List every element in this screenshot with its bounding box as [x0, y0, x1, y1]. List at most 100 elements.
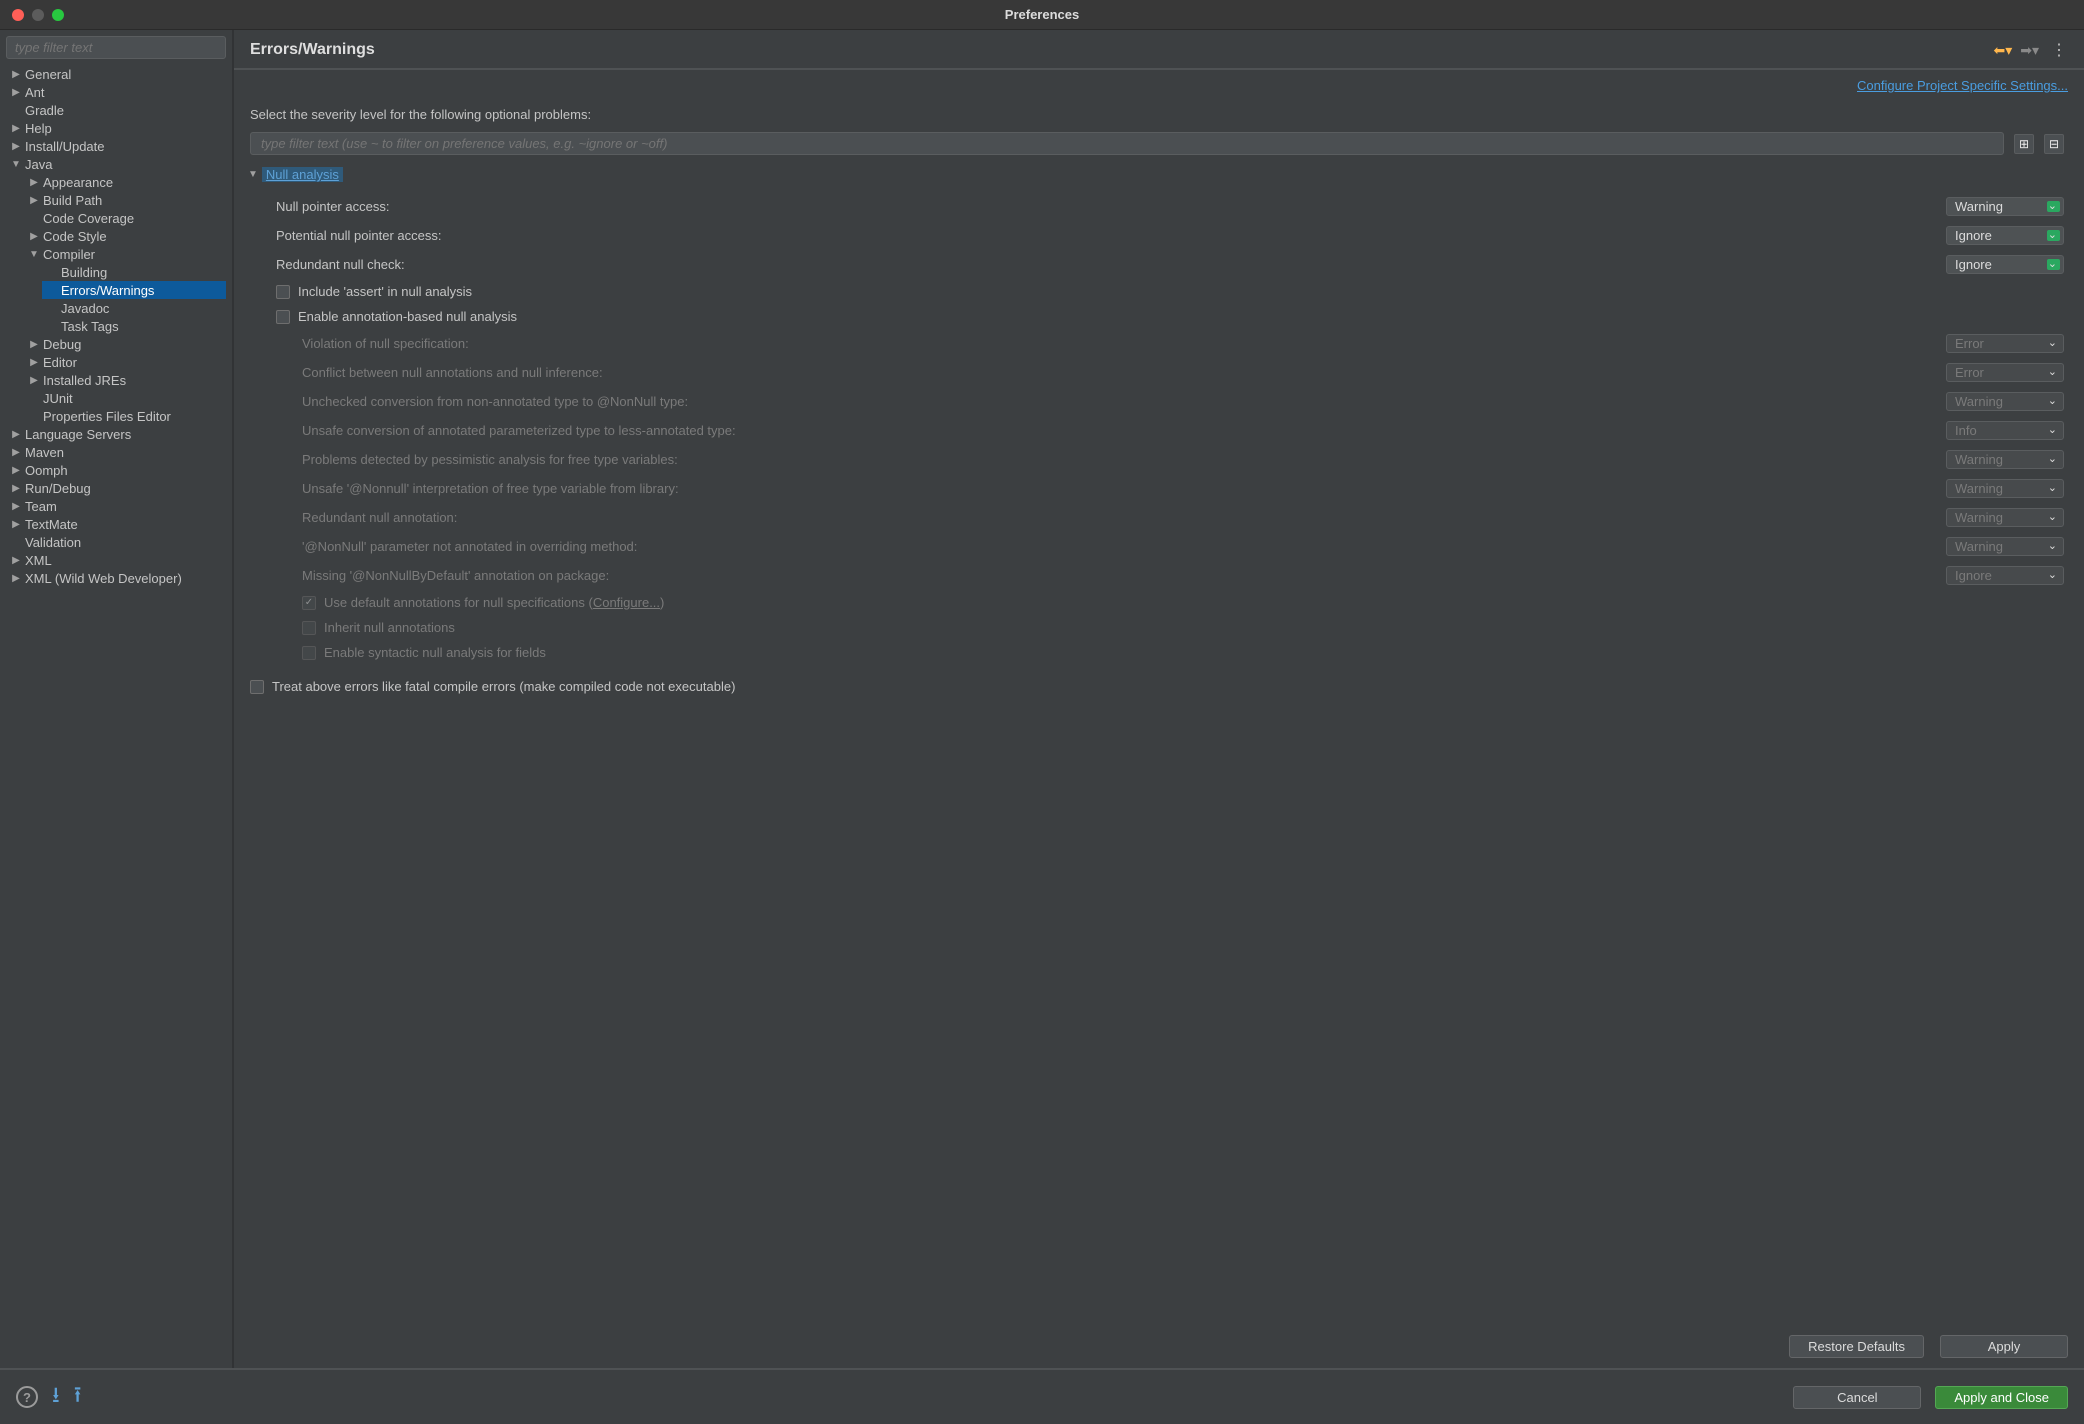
- chevron-right-icon[interactable]: ▶: [10, 123, 22, 134]
- chevron-right-icon[interactable]: ▶: [10, 69, 22, 80]
- tree-item-label: Errors/Warnings: [61, 283, 154, 298]
- restore-defaults-button[interactable]: Restore Defaults: [1789, 1335, 1924, 1358]
- cb-include-assert[interactable]: Include 'assert' in null analysis: [250, 279, 2064, 304]
- import-icon[interactable]: ⭳: [52, 1378, 60, 1416]
- content-filter-input[interactable]: [250, 132, 2004, 155]
- checkbox-icon: [276, 285, 290, 299]
- tree-item-xml-wild-web-developer-[interactable]: ▶XML (Wild Web Developer): [6, 569, 226, 587]
- checkbox-icon: [250, 680, 264, 694]
- tree-item-label: Installed JREs: [43, 373, 126, 388]
- tree-item-ant[interactable]: ▶Ant: [6, 83, 226, 101]
- chevron-right-icon[interactable]: ▶: [28, 357, 40, 368]
- chevron-right-icon[interactable]: ▶: [10, 501, 22, 512]
- tree-item-label: XML (Wild Web Developer): [25, 571, 182, 586]
- expand-all-icon[interactable]: ⊞: [2014, 134, 2034, 154]
- nav-forward-icon: ➡▾: [2020, 42, 2039, 59]
- select-disabled: Error: [1946, 363, 2064, 382]
- tree-item-code-coverage[interactable]: Code Coverage: [24, 209, 226, 227]
- tree-item-xml[interactable]: ▶XML: [6, 551, 226, 569]
- more-menu-icon[interactable]: ⋮: [2051, 40, 2068, 60]
- tree-item-label: Validation: [25, 535, 81, 550]
- tree-item-code-style[interactable]: ▶Code Style: [24, 227, 226, 245]
- apply-and-close-button[interactable]: Apply and Close: [1935, 1386, 2068, 1409]
- tree-item-oomph[interactable]: ▶Oomph: [6, 461, 226, 479]
- chevron-right-icon[interactable]: ▶: [28, 195, 40, 206]
- chevron-right-icon[interactable]: ▶: [10, 447, 22, 458]
- collapse-all-icon[interactable]: ⊟: [2044, 134, 2064, 154]
- tree-item-installed-jres[interactable]: ▶Installed JREs: [24, 371, 226, 389]
- tree-item-install-update[interactable]: ▶Install/Update: [6, 137, 226, 155]
- tree-item-team[interactable]: ▶Team: [6, 497, 226, 515]
- tree-item-label: Java: [25, 157, 52, 172]
- tree-item-label: TextMate: [25, 517, 78, 532]
- close-window-icon[interactable]: [12, 9, 24, 21]
- tree-item-label: XML: [25, 553, 52, 568]
- tree-item-general[interactable]: ▶General: [6, 65, 226, 83]
- tree-item-textmate[interactable]: ▶TextMate: [6, 515, 226, 533]
- select-redundant-null-check[interactable]: Ignore: [1946, 255, 2064, 274]
- tree-item-label: Language Servers: [25, 427, 131, 442]
- chevron-right-icon[interactable]: ▶: [28, 339, 40, 350]
- chevron-down-icon[interactable]: ▼: [28, 249, 40, 260]
- tree-item-label: Task Tags: [61, 319, 119, 334]
- tree-item-javadoc[interactable]: Javadoc: [42, 299, 226, 317]
- cb-enable-annotation-analysis[interactable]: Enable annotation-based null analysis: [250, 304, 2064, 329]
- tree-item-java[interactable]: ▼Java: [6, 155, 226, 173]
- tree-item-appearance[interactable]: ▶Appearance: [24, 173, 226, 191]
- nav-back-icon[interactable]: ⬅▾: [1993, 42, 2012, 59]
- maximize-window-icon[interactable]: [52, 9, 64, 21]
- tree-item-help[interactable]: ▶Help: [6, 119, 226, 137]
- select-null-pointer-access[interactable]: Warning: [1946, 197, 2064, 216]
- chevron-right-icon[interactable]: ▶: [10, 429, 22, 440]
- tree-item-building[interactable]: Building: [42, 263, 226, 281]
- chevron-right-icon[interactable]: ▶: [10, 555, 22, 566]
- chevron-right-icon[interactable]: ▶: [10, 483, 22, 494]
- select-potential-null-access[interactable]: Ignore: [1946, 226, 2064, 245]
- content-pane: Errors/Warnings ⬅▾ ➡▾ ⋮ Configure Projec…: [234, 30, 2084, 1368]
- tree-item-junit[interactable]: JUnit: [24, 389, 226, 407]
- cancel-button[interactable]: Cancel: [1793, 1386, 1921, 1409]
- tree-item-label: Editor: [43, 355, 77, 370]
- tree-item-language-servers[interactable]: ▶Language Servers: [6, 425, 226, 443]
- tree-item-maven[interactable]: ▶Maven: [6, 443, 226, 461]
- chevron-right-icon[interactable]: ▶: [28, 231, 40, 242]
- apply-button[interactable]: Apply: [1940, 1335, 2068, 1358]
- chevron-right-icon[interactable]: ▶: [10, 87, 22, 98]
- chevron-right-icon[interactable]: ▶: [28, 375, 40, 386]
- tree-item-run-debug[interactable]: ▶Run/Debug: [6, 479, 226, 497]
- help-icon[interactable]: ?: [16, 1386, 38, 1408]
- tree-item-validation[interactable]: Validation: [6, 533, 226, 551]
- checkbox-icon: [276, 310, 290, 324]
- chevron-right-icon[interactable]: ▶: [10, 465, 22, 476]
- checkbox-icon: [302, 596, 316, 610]
- section-null-analysis[interactable]: ▼ Null analysis: [248, 167, 2064, 182]
- cb-treat-as-fatal[interactable]: Treat above errors like fatal compile er…: [250, 665, 2064, 700]
- tree-item-gradle[interactable]: Gradle: [6, 101, 226, 119]
- tree-item-task-tags[interactable]: Task Tags: [42, 317, 226, 335]
- tree-item-errors-warnings[interactable]: Errors/Warnings: [42, 281, 226, 299]
- footer: ? ⭳ ⭱ Cancel Apply and Close: [0, 1368, 2084, 1424]
- select-disabled: Warning: [1946, 392, 2064, 411]
- tree-item-label: Gradle: [25, 103, 64, 118]
- configure-project-link[interactable]: Configure Project Specific Settings...: [1857, 78, 2068, 93]
- chevron-right-icon[interactable]: ▶: [10, 519, 22, 530]
- tree-item-build-path[interactable]: ▶Build Path: [24, 191, 226, 209]
- tree-item-debug[interactable]: ▶Debug: [24, 335, 226, 353]
- select-disabled: Ignore: [1946, 566, 2064, 585]
- tree-item-label: Building: [61, 265, 107, 280]
- export-icon[interactable]: ⭱: [74, 1378, 82, 1416]
- chevron-right-icon[interactable]: ▶: [28, 177, 40, 188]
- tree-item-properties-files-editor[interactable]: Properties Files Editor: [24, 407, 226, 425]
- chevron-right-icon[interactable]: ▶: [10, 141, 22, 152]
- sidebar-filter-input[interactable]: [6, 36, 226, 59]
- tree-item-compiler[interactable]: ▼Compiler: [24, 245, 226, 263]
- checkbox-icon: [302, 621, 316, 635]
- chevron-down-icon[interactable]: ▼: [10, 159, 22, 170]
- row-redundant-null-check: Redundant null check: Ignore: [250, 250, 2064, 279]
- tree-item-label: Oomph: [25, 463, 68, 478]
- tree-item-label: General: [25, 67, 71, 82]
- sidebar: ▶General▶AntGradle▶Help▶Install/Update▼J…: [0, 30, 234, 1368]
- tree-item-editor[interactable]: ▶Editor: [24, 353, 226, 371]
- chevron-right-icon[interactable]: ▶: [10, 573, 22, 584]
- main-area: ▶General▶AntGradle▶Help▶Install/Update▼J…: [0, 30, 2084, 1368]
